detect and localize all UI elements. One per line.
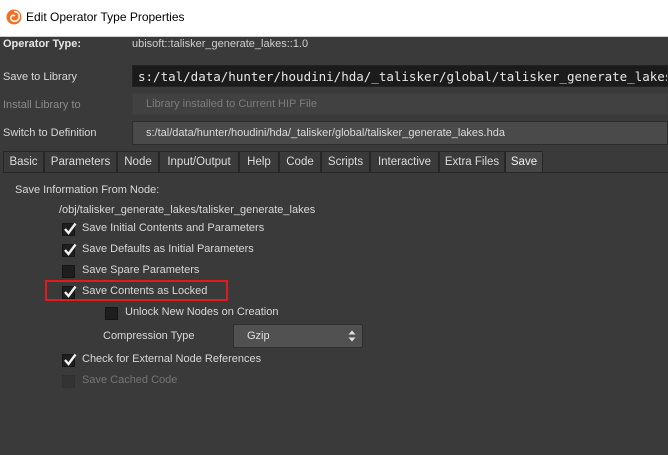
checkmark-icon [64,222,77,235]
operator-type-value: ubisoft::talisker_generate_lakes::1.0 [132,38,309,50]
tab-input-output[interactable]: Input/Output [159,151,239,172]
tab-code[interactable]: Code [279,151,321,172]
save-to-library-field[interactable]: s:/tal/data/hunter/houdini/hda/_talisker… [132,65,668,87]
save-contents-locked-label: Save Contents as Locked [82,285,208,297]
checkmark-icon [64,243,77,256]
save-cached-code-checkbox [62,375,75,388]
unlock-new-nodes-label: Unlock New Nodes on Creation [125,306,279,318]
compression-type-select[interactable]: Gzip [233,324,363,348]
compression-type-value: Gzip [247,330,270,342]
checkmark-icon [64,285,77,298]
tab-basic[interactable]: Basic [3,151,44,172]
install-library-menu[interactable]: Library installed to Current HIP File [132,93,668,115]
switch-definition-menu[interactable]: s:/tal/data/hunter/houdini/hda/_talisker… [132,121,668,145]
houdini-logo-icon [6,9,22,25]
save-cached-code-label: Save Cached Code [82,374,178,386]
checkmark-icon [64,353,77,366]
check-external-refs-label: Check for External Node References [82,353,262,365]
tab-scripts[interactable]: Scripts [321,151,370,172]
tab-node[interactable]: Node [117,151,159,172]
save-contents-locked-checkbox[interactable] [62,285,77,299]
operator-type-label: Operator Type: [3,38,82,50]
install-library-label: Install Library to [3,99,81,111]
updown-arrow-icon [348,330,356,342]
save-initial-contents-label: Save Initial Contents and Parameters [82,222,265,234]
tab-extra-files[interactable]: Extra Files [439,151,505,172]
switch-definition-label: Switch to Definition [3,127,97,139]
save-initial-contents-checkbox[interactable] [62,222,77,236]
save-to-library-label: Save to Library [3,71,77,83]
save-defaults-checkbox[interactable] [62,243,77,257]
tab-save[interactable]: Save [505,151,543,172]
tab-interactive[interactable]: Interactive [370,151,439,172]
compression-type-label: Compression Type [103,330,195,342]
title-bar: Edit Operator Type Properties [0,0,668,37]
window-title: Edit Operator Type Properties [26,10,185,24]
unlock-new-nodes-checkbox[interactable] [105,307,118,320]
node-path: /obj/talisker_generate_lakes/talisker_ge… [59,204,316,216]
tab-parameters[interactable]: Parameters [44,151,117,172]
save-spare-parameters-label: Save Spare Parameters [82,264,200,276]
save-defaults-label: Save Defaults as Initial Parameters [82,243,254,255]
save-spare-parameters-checkbox[interactable] [62,265,75,278]
check-external-refs-checkbox[interactable] [62,353,77,367]
tab-help[interactable]: Help [239,151,279,172]
save-info-label: Save Information From Node: [15,184,160,196]
